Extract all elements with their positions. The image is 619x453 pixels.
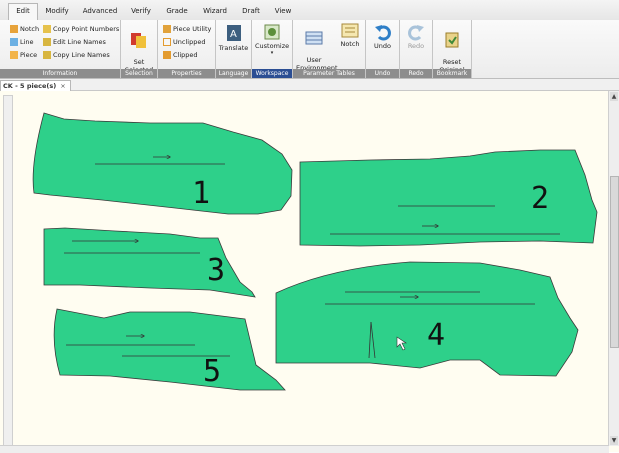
menu-tab-wizard[interactable]: Wizard — [198, 4, 232, 18]
pattern-piece-1[interactable]: 1 — [32, 112, 293, 215]
group-selection: Set Selected Selection — [121, 20, 158, 78]
group-label-properties: Properties — [158, 69, 215, 78]
pattern-piece-3[interactable]: 3 — [43, 227, 256, 298]
menu-tab-grade[interactable]: Grade — [162, 4, 192, 18]
user-environment-icon — [305, 31, 323, 45]
reset-original-button[interactable]: Reset Original — [435, 23, 469, 74]
menu-tab-edit[interactable]: Edit — [8, 3, 38, 20]
pattern-piece-4[interactable]: 4 — [275, 261, 579, 377]
user-environment-button[interactable]: User Environment — [296, 23, 338, 72]
copy-point-numbers-button[interactable]: Copy Point Numbers — [43, 24, 119, 35]
piece-1-number: 1 — [192, 176, 210, 211]
customize-label: Customize — [255, 42, 290, 50]
scroll-up-icon[interactable]: ▲ — [610, 92, 618, 101]
piece-utility-icon — [163, 25, 171, 33]
notch-icon — [10, 25, 18, 33]
clipped-button[interactable]: Clipped — [163, 50, 198, 61]
group-redo: Redo Redo — [400, 20, 433, 78]
copy-lines-icon — [43, 51, 51, 59]
group-label-workspace: Workspace — [252, 69, 292, 78]
piece-button[interactable]: Piece — [10, 50, 37, 61]
menu-tab-view[interactable]: View — [270, 4, 296, 18]
group-label-information: Information — [0, 69, 120, 78]
clipped-label: Clipped — [173, 51, 198, 59]
menu-tab-advanced[interactable]: Advanced — [78, 4, 122, 18]
translate-label: Translate — [218, 44, 249, 52]
clipped-icon — [163, 51, 171, 59]
edit-lines-icon — [43, 38, 51, 46]
menu-tab-draft[interactable]: Draft — [236, 4, 266, 18]
line-label: Line — [20, 38, 34, 46]
group-label-parameter-tables: Parameter Tables — [293, 69, 365, 78]
group-label-undo: Undo — [366, 69, 399, 78]
copy-line-names-label: Copy Line Names — [53, 51, 110, 59]
group-label-bookmark: Bookmark — [433, 69, 471, 78]
menu-tab-modify[interactable]: Modify — [40, 4, 74, 18]
notch-table-label: Notch — [340, 40, 360, 48]
set-selected-button[interactable]: Set Selected — [124, 23, 154, 74]
piece-icon — [10, 51, 18, 59]
piece-utility-label: Piece Utility — [173, 25, 212, 33]
group-workspace: Customize ▾ Workspace — [252, 20, 293, 78]
line-button[interactable]: Line — [10, 37, 34, 48]
group-language: A Translate Language — [216, 20, 252, 78]
unclipped-button[interactable]: Unclipped — [163, 37, 205, 48]
svg-text:A: A — [230, 29, 237, 40]
piece-label: Piece — [20, 51, 38, 59]
customize-dropdown-icon: ▾ — [270, 50, 274, 56]
piece-5-number: 5 — [203, 354, 221, 389]
customize-button[interactable]: Customize ▾ — [255, 23, 289, 56]
customize-icon — [264, 24, 280, 40]
document-tab-title: CK - 5 piece(s) — [3, 82, 57, 90]
copy-points-icon — [43, 25, 51, 33]
menu-tab-verify[interactable]: Verify — [126, 4, 156, 18]
scroll-down-icon[interactable]: ▼ — [610, 436, 618, 445]
redo-label: Redo — [407, 42, 425, 50]
translate-icon: A — [226, 25, 241, 41]
menu-bar: Edit Modify Advanced Verify Grade Wizard… — [0, 0, 619, 21]
group-information: Notch Line Piece Copy Point Numbers Edit… — [0, 20, 121, 78]
redo-icon — [408, 25, 424, 41]
piece-4-number: 4 — [427, 318, 445, 353]
notch-label: Notch — [20, 25, 40, 33]
group-properties: Piece Utility Unclipped Clipped Properti… — [158, 20, 216, 78]
group-undo: Undo Undo — [366, 20, 400, 78]
line-icon — [10, 38, 18, 46]
scroll-thumb[interactable] — [610, 176, 619, 348]
piece-utility-button[interactable]: Piece Utility — [163, 24, 211, 35]
piece-3-number: 3 — [207, 253, 225, 288]
group-label-redo: Redo — [400, 69, 432, 78]
left-scrollbar[interactable] — [3, 95, 13, 446]
vertical-scrollbar[interactable]: ▲ ▼ — [608, 91, 619, 446]
copy-line-names-button[interactable]: Copy Line Names — [43, 50, 110, 61]
translate-button[interactable]: A Translate — [218, 23, 249, 52]
ribbon: Notch Line Piece Copy Point Numbers Edit… — [0, 20, 619, 79]
undo-label: Undo — [374, 42, 391, 50]
group-parameter-tables: User Environment Notch Parameter Tables — [293, 20, 366, 78]
copy-point-numbers-label: Copy Point Numbers — [53, 25, 120, 33]
unclipped-label: Unclipped — [173, 38, 206, 46]
edit-line-names-button[interactable]: Edit Line Names — [43, 37, 106, 48]
close-tab-icon[interactable]: × — [60, 82, 65, 90]
document-tab[interactable]: CK - 5 piece(s) × — [0, 80, 71, 91]
group-bookmark: Reset Original Bookmark — [433, 20, 472, 78]
group-label-selection: Selection — [121, 69, 157, 78]
notch-button[interactable]: Notch — [10, 24, 39, 35]
notch-table-icon — [341, 23, 359, 38]
unclipped-icon — [163, 38, 171, 46]
pattern-piece-5[interactable]: 5 — [53, 308, 286, 391]
redo-button[interactable]: Redo — [402, 23, 430, 50]
notch-table-button[interactable]: Notch — [337, 23, 363, 48]
piece-2-number: 2 — [531, 181, 549, 216]
group-label-language: Language — [216, 69, 251, 78]
edit-line-names-label: Edit Line Names — [53, 38, 106, 46]
pattern-canvas[interactable]: 1 2 3 4 5 — [0, 91, 619, 452]
undo-icon — [374, 25, 391, 41]
undo-button[interactable]: Undo — [368, 23, 397, 50]
pieces-layer: 1 2 3 4 5 — [32, 112, 598, 391]
pattern-piece-2[interactable]: 2 — [299, 149, 598, 247]
reset-original-icon — [445, 32, 459, 48]
set-selected-icon — [131, 33, 146, 48]
document-tab-bar: CK - 5 piece(s) × — [0, 79, 619, 91]
